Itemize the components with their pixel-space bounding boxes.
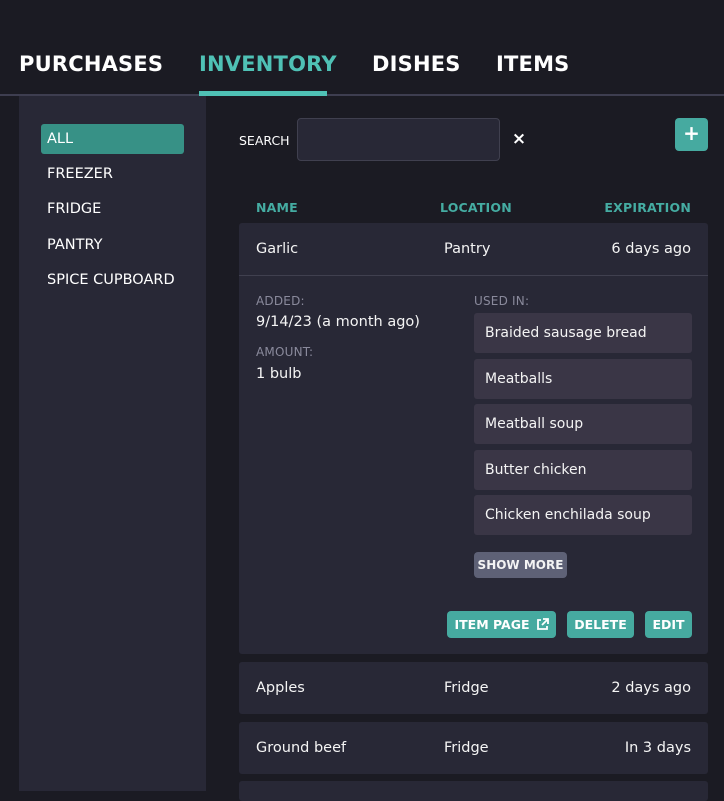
used-in-dish[interactable]: Braided sausage bread [474, 313, 692, 353]
item-name: Ground beef [256, 740, 347, 756]
external-link-icon [536, 618, 549, 630]
table-row[interactable]: Apples Fridge 2 days ago [239, 662, 708, 714]
row-summary[interactable]: Apples Fridge 2 days ago [239, 662, 708, 714]
sidebar-item-fridge[interactable]: FRIDGE [41, 194, 184, 224]
item-location: Fridge [444, 680, 489, 696]
item-page-label: ITEM PAGE [454, 617, 530, 632]
table-row: Garlic Pantry 6 days ago ADDED: 9/14/23 … [239, 223, 708, 654]
row-summary[interactable]: Garlic Pantry 6 days ago [239, 223, 708, 275]
table-row-partial[interactable] [239, 781, 708, 801]
amount-value: 1 bulb [256, 366, 302, 382]
item-expiration: 6 days ago [611, 241, 691, 257]
table-row[interactable]: Ground beef Fridge In 3 days [239, 722, 708, 774]
item-name: Garlic [256, 241, 299, 257]
active-tab-indicator [199, 91, 327, 96]
search-label: SEARCH [239, 133, 290, 148]
add-item-button[interactable]: + [675, 118, 708, 151]
show-more-button[interactable]: SHOW MORE [474, 552, 567, 578]
column-header-location[interactable]: LOCATION [440, 200, 512, 215]
tab-purchases[interactable]: PURCHASES [19, 52, 163, 76]
item-expiration: 2 days ago [611, 680, 691, 696]
added-label: ADDED: [256, 294, 305, 308]
sidebar-item-freezer[interactable]: FREEZER [41, 159, 184, 189]
tab-inventory[interactable]: INVENTORY [199, 52, 337, 76]
edit-button[interactable]: EDIT [645, 611, 692, 638]
added-value: 9/14/23 (a month ago) [256, 314, 420, 330]
top-navigation: PURCHASES INVENTORY DISHES ITEMS [0, 0, 724, 96]
row-summary[interactable]: Ground beef Fridge In 3 days [239, 722, 708, 774]
delete-button[interactable]: DELETE [567, 611, 634, 638]
item-location: Fridge [444, 740, 489, 756]
clear-search-icon[interactable]: × [511, 128, 527, 150]
used-in-label: USED IN: [474, 294, 530, 308]
amount-label: AMOUNT: [256, 345, 314, 359]
item-location: Pantry [444, 241, 491, 257]
column-header-expiration[interactable]: EXPIRATION [604, 200, 691, 215]
sidebar-item-all[interactable]: ALL [41, 124, 184, 154]
item-detail-panel: ADDED: 9/14/23 (a month ago) AMOUNT: 1 b… [239, 276, 708, 654]
used-in-dish[interactable]: Meatballs [474, 359, 692, 399]
tab-items[interactable]: ITEMS [496, 52, 570, 76]
item-expiration: In 3 days [624, 740, 691, 756]
used-in-dish[interactable]: Chicken enchilada soup [474, 495, 692, 535]
used-in-dish[interactable]: Butter chicken [474, 450, 692, 490]
search-input[interactable] [297, 118, 500, 161]
plus-icon: + [683, 121, 700, 145]
tab-dishes[interactable]: DISHES [372, 52, 461, 76]
used-in-dish[interactable]: Meatball soup [474, 404, 692, 444]
location-sidebar: ALL FREEZER FRIDGE PANTRY SPICE CUPBOARD [19, 96, 206, 791]
sidebar-item-spice-cupboard[interactable]: SPICE CUPBOARD [41, 265, 184, 295]
sidebar-item-pantry[interactable]: PANTRY [41, 230, 184, 260]
column-header-name[interactable]: NAME [256, 200, 298, 215]
item-name: Apples [256, 680, 305, 696]
item-page-button[interactable]: ITEM PAGE [447, 611, 556, 638]
